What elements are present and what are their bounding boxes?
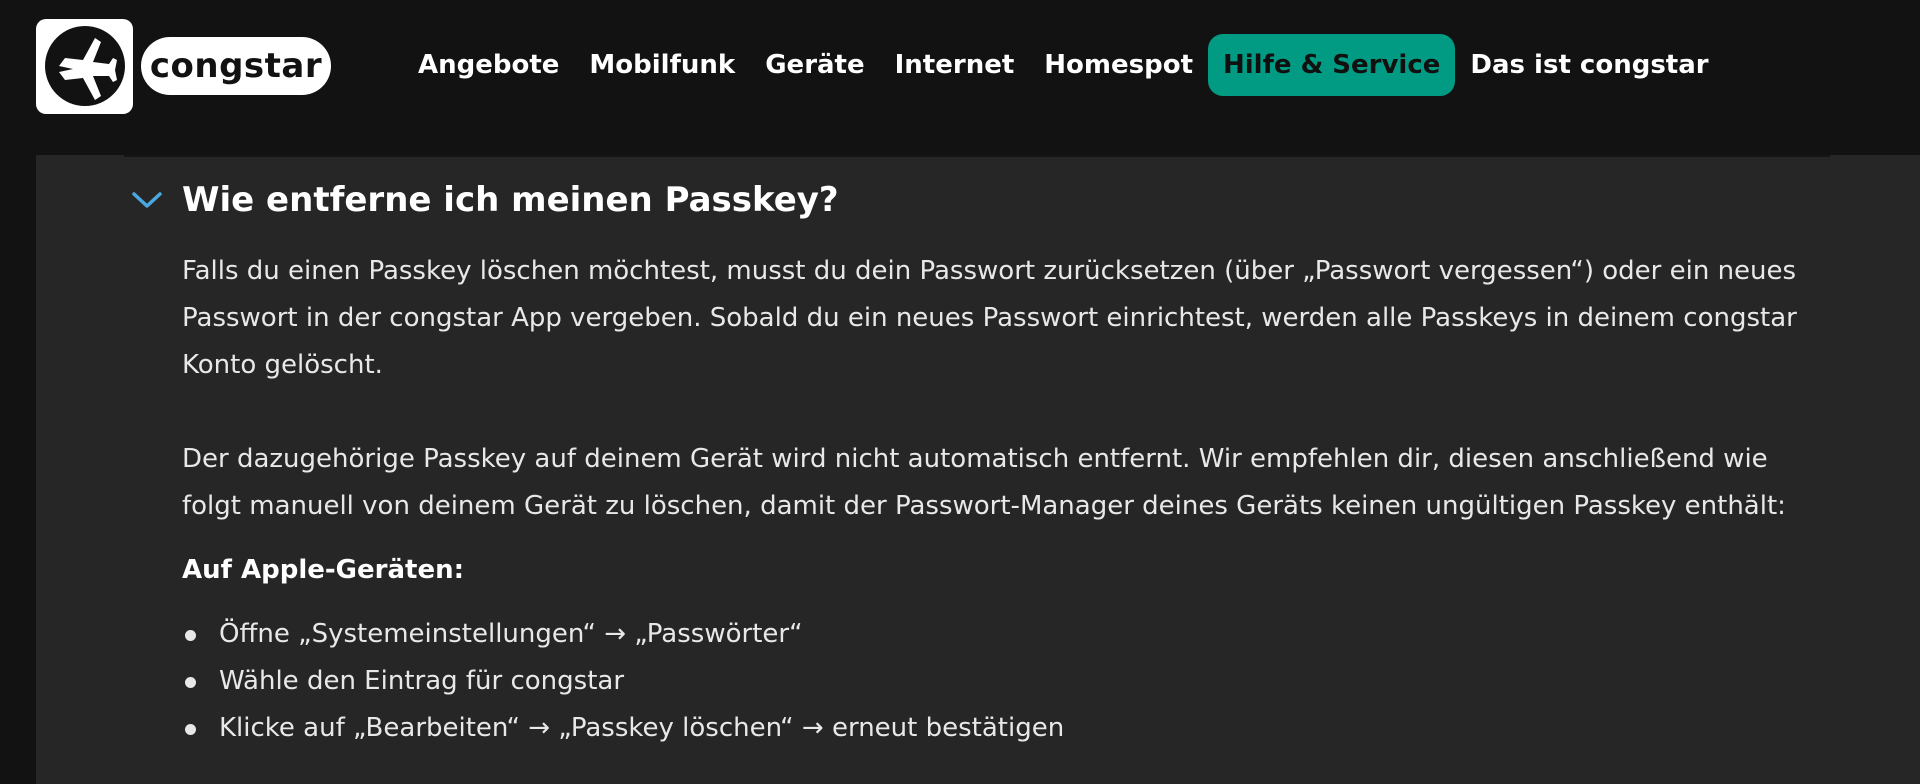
list-item: Klicke auf „Bearbeiten“ → „Passkey lösch…	[182, 705, 1822, 752]
divider	[124, 155, 1830, 157]
nav-item-homespot[interactable]: Homespot	[1029, 34, 1208, 96]
congstar-logo[interactable]: congstar	[36, 18, 331, 114]
nav-item-angebote[interactable]: Angebote	[403, 34, 574, 96]
list-item: Öffne „Systemeinstellungen“ → „Passwörte…	[182, 611, 1822, 658]
main-nav: Angebote Mobilfunk Geräte Internet Homes…	[403, 34, 1724, 96]
brand-wordmark: congstar	[141, 37, 331, 95]
nav-item-hilfe-service[interactable]: Hilfe & Service	[1208, 34, 1456, 96]
faq-answer: Falls du einen Passkey löschen möchtest,…	[182, 248, 1822, 752]
answer-paragraph: Der dazugehörige Passkey auf deinem Gerä…	[182, 444, 1786, 521]
nav-item-das-ist-congstar[interactable]: Das ist congstar	[1455, 34, 1723, 96]
site-header: congstar Angebote Mobilfunk Geräte Inter…	[0, 0, 1920, 155]
nav-item-mobilfunk[interactable]: Mobilfunk	[574, 34, 750, 96]
nav-item-internet[interactable]: Internet	[880, 34, 1030, 96]
logo-star-icon	[36, 18, 133, 114]
apple-devices-heading: Auf Apple-Geräten:	[182, 555, 464, 585]
apple-steps-list: Öffne „Systemeinstellungen“ → „Passwörte…	[182, 611, 1822, 752]
nav-item-geraete[interactable]: Geräte	[750, 34, 879, 96]
faq-question: Wie entferne ich meinen Passkey?	[182, 180, 839, 220]
faq-accordion-header[interactable]: Wie entferne ich meinen Passkey?	[130, 180, 839, 220]
chevron-down-icon[interactable]	[130, 188, 164, 212]
answer-paragraph: Falls du einen Passkey löschen möchtest,…	[182, 256, 1797, 380]
list-item: Wähle den Eintrag für congstar	[182, 658, 1822, 705]
